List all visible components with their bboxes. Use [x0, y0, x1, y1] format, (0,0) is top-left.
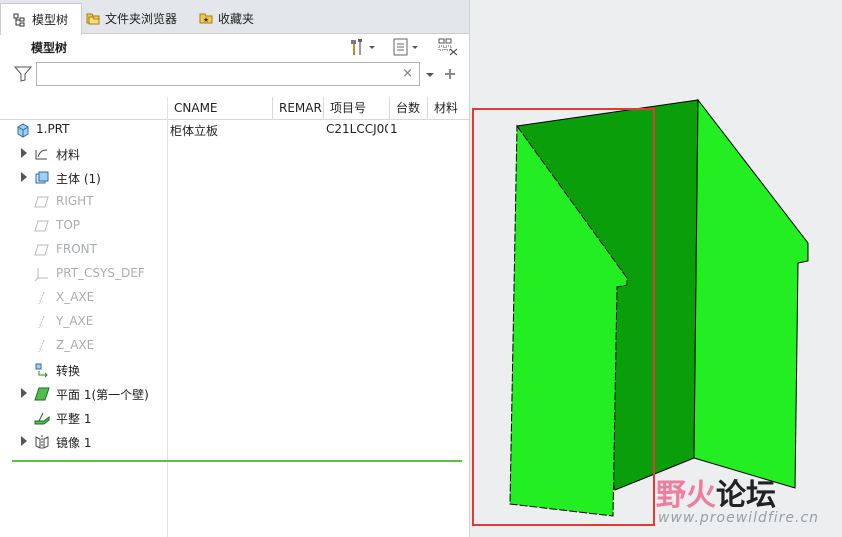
datum-plane-icon: [34, 244, 49, 256]
tree-row-mirror[interactable]: 镜像 1: [0, 430, 469, 454]
search-options-chevron-icon[interactable]: [425, 70, 435, 80]
column-remark[interactable]: REMAR: [272, 97, 323, 119]
watermark-title-b: 论坛: [716, 478, 776, 513]
tree-row-top[interactable]: TOP: [0, 214, 469, 238]
tree-item-label: X_AXE: [56, 290, 95, 304]
body-icon: [35, 171, 49, 184]
clear-search-icon[interactable]: ×: [402, 66, 413, 81]
material-icon: [35, 149, 48, 160]
columns-button[interactable]: [438, 37, 460, 57]
flat-wall-icon: [34, 412, 50, 425]
tree-item-label: FRONT: [56, 242, 97, 256]
tab-model-tree[interactable]: 模型树: [0, 3, 82, 35]
tab-bar: 模型树 文件夹浏览器 ★ 收藏夹: [0, 0, 469, 35]
tab-label: 模型树: [32, 13, 69, 27]
axis-icon: [38, 291, 45, 305]
tab-label: 文件夹浏览器: [105, 11, 178, 26]
part-icon: [17, 123, 29, 138]
axis-icon: [38, 315, 45, 329]
column-material[interactable]: 材料: [427, 97, 469, 119]
tree-row-convert[interactable]: 转换: [0, 358, 469, 382]
tree-row-y-axe[interactable]: Y_AXE: [0, 310, 469, 334]
tree-item-label: TOP: [56, 218, 81, 232]
show-button[interactable]: [392, 37, 420, 57]
tree-row-x-axe[interactable]: X_AXE: [0, 286, 469, 310]
expand-arrow-icon[interactable]: [21, 148, 27, 158]
tree-row-body[interactable]: 主体 (1): [0, 166, 469, 190]
tree-columns-icon: [438, 38, 458, 56]
cname-cell: 柜体立板: [170, 124, 219, 138]
hammer-icon: [351, 39, 362, 55]
filter-icon[interactable]: [14, 66, 32, 82]
list-icon: [393, 38, 408, 56]
tree-item-label: Y_AXE: [56, 314, 94, 328]
column-header: CNAME REMAR 项目号 台数 材料: [0, 97, 469, 120]
expand-arrow-icon[interactable]: [21, 388, 27, 398]
tree-row-csys[interactable]: PRT_CSYS_DEF: [0, 262, 469, 286]
search-input[interactable]: ×: [36, 62, 420, 86]
model-view: [472, 98, 809, 526]
tab-label: 收藏夹: [218, 11, 255, 26]
chevron-down-icon: [369, 46, 375, 49]
tree-row-front[interactable]: FRONT: [0, 238, 469, 262]
column-project-no[interactable]: 项目号: [323, 97, 389, 119]
datum-plane-icon: [34, 196, 49, 208]
model-tree-icon: [13, 13, 25, 26]
axis-icon: [38, 339, 45, 353]
tab-folder-browser[interactable]: 文件夹浏览器: [86, 3, 192, 33]
folder-browser-icon: [86, 13, 100, 25]
column-cname[interactable]: CNAME: [167, 97, 272, 119]
model-right-wall[interactable]: [693, 98, 809, 489]
expand-arrow-icon[interactable]: [21, 436, 27, 446]
tree-row-part[interactable]: 1.PRT 柜体立板 C21LCCJ00 1: [0, 118, 469, 142]
expand-arrow-icon[interactable]: [21, 172, 27, 182]
tree-row-planar-wall[interactable]: 平面 1(第一个壁): [0, 382, 469, 406]
watermark-url: www.proewildfire.cn: [658, 510, 820, 526]
qty-cell: 1: [390, 122, 398, 136]
tree-insert-line: [12, 460, 462, 462]
settings-button[interactable]: [349, 37, 377, 57]
tree-row-z-axe[interactable]: Z_AXE: [0, 334, 469, 358]
svg-text:★: ★: [203, 16, 209, 24]
tree-item-label: 镜像 1: [56, 436, 92, 450]
tree-item-label: 材料: [56, 148, 81, 162]
tree-item-label: 转换: [56, 364, 81, 378]
planar-wall-icon: [34, 387, 50, 401]
panel-title: 模型树: [31, 41, 68, 55]
tree-toolbar: 模型树: [0, 34, 469, 60]
tree-item-label: 平整 1: [56, 412, 92, 426]
tab-favorites[interactable]: ★ 收藏夹: [199, 3, 267, 33]
tree-item-label: 平面 1(第一个壁): [56, 388, 149, 402]
watermark: 野火论坛 www.proewildfire.cn: [656, 470, 836, 530]
csys-icon: [34, 268, 48, 282]
mirror-icon: [35, 435, 49, 450]
tree-item-label: RIGHT: [56, 194, 94, 208]
tree-item-label: PRT_CSYS_DEF: [56, 266, 145, 280]
favorites-icon: ★: [199, 13, 213, 24]
graphics-viewport[interactable]: [470, 0, 842, 537]
project-cell: C21LCCJ00: [326, 122, 388, 136]
convert-icon: [35, 363, 48, 378]
tree-item-label: 主体 (1): [56, 172, 101, 186]
model-tree-panel: 模型树 文件夹浏览器 ★ 收藏夹 模型树 × CNAME REMAR 项目号 台…: [0, 0, 470, 537]
column-qty[interactable]: 台数: [389, 97, 427, 119]
tree-item-label: 1.PRT: [36, 122, 70, 136]
datum-plane-icon: [34, 220, 49, 232]
tree-row-material[interactable]: 材料: [0, 142, 469, 166]
chevron-down-icon: [412, 46, 418, 49]
tree-item-label: Z_AXE: [56, 338, 95, 352]
watermark-title-a: 野火: [656, 478, 716, 513]
tree-row-right[interactable]: RIGHT: [0, 190, 469, 214]
add-filter-icon[interactable]: [443, 67, 457, 81]
tree-row-flat-wall[interactable]: 平整 1: [0, 406, 469, 430]
